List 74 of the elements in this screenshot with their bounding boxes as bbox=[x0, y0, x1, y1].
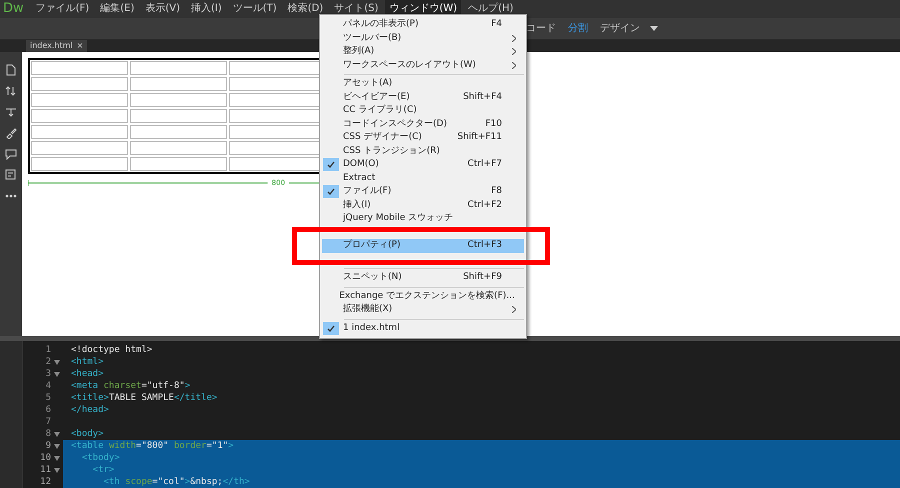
fold-icon[interactable] bbox=[54, 372, 60, 376]
menu-item[interactable]: jQuery Mobile スウォッチ bbox=[322, 212, 524, 226]
line-number: 8 bbox=[44, 428, 51, 440]
fold-icon[interactable] bbox=[54, 456, 60, 460]
menu-item[interactable]: ツール(T) bbox=[228, 0, 281, 18]
menu-item[interactable]: CC ライブラリ(C) bbox=[322, 104, 524, 118]
code-line: <head> bbox=[70, 368, 105, 380]
shortcut-label: Ctrl+F3 bbox=[468, 239, 503, 252]
menu-item[interactable]: ファイル(F) F8 bbox=[322, 185, 524, 198]
line-number: 9 bbox=[44, 440, 51, 452]
menu-item[interactable]: 整列(A) bbox=[322, 45, 524, 58]
line-number: 12 bbox=[39, 476, 51, 488]
shortcut-label: Ctrl+F7 bbox=[468, 158, 503, 171]
line-number: 6 bbox=[44, 404, 51, 416]
menu-item[interactable]: 挿入(I) bbox=[187, 0, 226, 18]
line-number: 11 bbox=[39, 464, 51, 476]
file-icon[interactable] bbox=[5, 64, 17, 76]
code-line: <body> bbox=[70, 428, 105, 440]
code-line: <!doctype html> bbox=[70, 344, 154, 356]
menu-item[interactable]: CSS トランジション(R) bbox=[322, 144, 524, 158]
shortcut-label: Shift+F11 bbox=[457, 131, 503, 144]
menu-item[interactable]: 表示(V) bbox=[141, 0, 184, 18]
shortcut-label: F4 bbox=[491, 18, 503, 31]
menu-item[interactable]: サイト(S) bbox=[330, 0, 382, 18]
line-number: 5 bbox=[44, 392, 51, 404]
ruler-line[interactable] bbox=[289, 180, 319, 186]
view-tab[interactable]: 分割 bbox=[562, 20, 594, 36]
comment-icon[interactable] bbox=[5, 148, 17, 160]
code-line: <meta charset="utf-8"> bbox=[70, 380, 192, 392]
line-number: 4 bbox=[44, 380, 51, 392]
line-number: 1 bbox=[44, 344, 51, 356]
menu-item[interactable]: CSS デザイナー(C) Shift+F11 bbox=[322, 131, 524, 144]
menu-item[interactable]: 1 index.html bbox=[322, 322, 524, 335]
menu-item[interactable]: アセット(A) bbox=[322, 77, 524, 90]
fold-icon[interactable] bbox=[54, 444, 60, 448]
code-line: <html> bbox=[70, 356, 105, 368]
menu-item[interactable]: 挿入(I) Ctrl+F2 bbox=[322, 198, 524, 212]
menu-item[interactable]: ワークスペースのレイアウト(W) bbox=[322, 58, 524, 72]
app-logo: Dw bbox=[2, 0, 25, 18]
line-number: 2 bbox=[44, 356, 51, 368]
shortcut-label: Shift+F9 bbox=[463, 271, 503, 284]
menu-item[interactable]: 編集(E) bbox=[96, 0, 138, 18]
code-line: <title>TABLE SAMPLE</title> bbox=[70, 392, 218, 404]
menu-item[interactable]: コードインスペクター(D) F10 bbox=[322, 118, 524, 131]
menu-item[interactable]: Exchange でエクステンションを検索(F)... bbox=[322, 290, 524, 303]
caret-icon[interactable] bbox=[650, 26, 658, 31]
menu-item[interactable]: ヘルプ(H) bbox=[464, 0, 518, 18]
menu-item[interactable]: 拡張機能(X) bbox=[322, 303, 524, 316]
shortcut-label: F10 bbox=[485, 118, 503, 130]
menu-item[interactable]: 検索(D) bbox=[284, 0, 328, 18]
menu-item[interactable]: スニペット(N) Shift+F9 bbox=[322, 271, 524, 284]
fold-icon[interactable] bbox=[54, 432, 60, 436]
shortcut-label: Ctrl+F2 bbox=[468, 198, 503, 212]
sort-icon[interactable] bbox=[5, 84, 17, 97]
line-number: 10 bbox=[39, 452, 51, 464]
shortcut-label: Shift+F4 bbox=[463, 90, 503, 104]
shortcut-label: F8 bbox=[491, 185, 503, 198]
line-number: 3 bbox=[44, 368, 51, 380]
menu-item[interactable]: プロパティ(P) Ctrl+F3 bbox=[322, 239, 524, 252]
document-tab[interactable]: index.html bbox=[30, 40, 73, 52]
close-icon[interactable]: × bbox=[76, 40, 84, 52]
fold-icon[interactable] bbox=[54, 468, 60, 472]
line-number: 7 bbox=[44, 416, 51, 428]
menu-item[interactable]: ファイル(F) bbox=[32, 0, 94, 18]
menu-item[interactable]: ビヘイビアー(E) Shift+F4 bbox=[322, 90, 524, 104]
brush-icon[interactable] bbox=[5, 126, 17, 139]
ruler-line[interactable] bbox=[28, 180, 268, 186]
code-line: </head> bbox=[70, 404, 110, 416]
view-tab[interactable]: デザイン bbox=[594, 20, 646, 36]
fold-icon[interactable] bbox=[54, 360, 60, 364]
menu-item[interactable]: Extract bbox=[322, 172, 524, 185]
snippet-icon[interactable] bbox=[5, 168, 17, 181]
move-icon[interactable] bbox=[5, 106, 17, 118]
menu-item[interactable]: DOM(O) Ctrl+F7 bbox=[322, 158, 524, 172]
